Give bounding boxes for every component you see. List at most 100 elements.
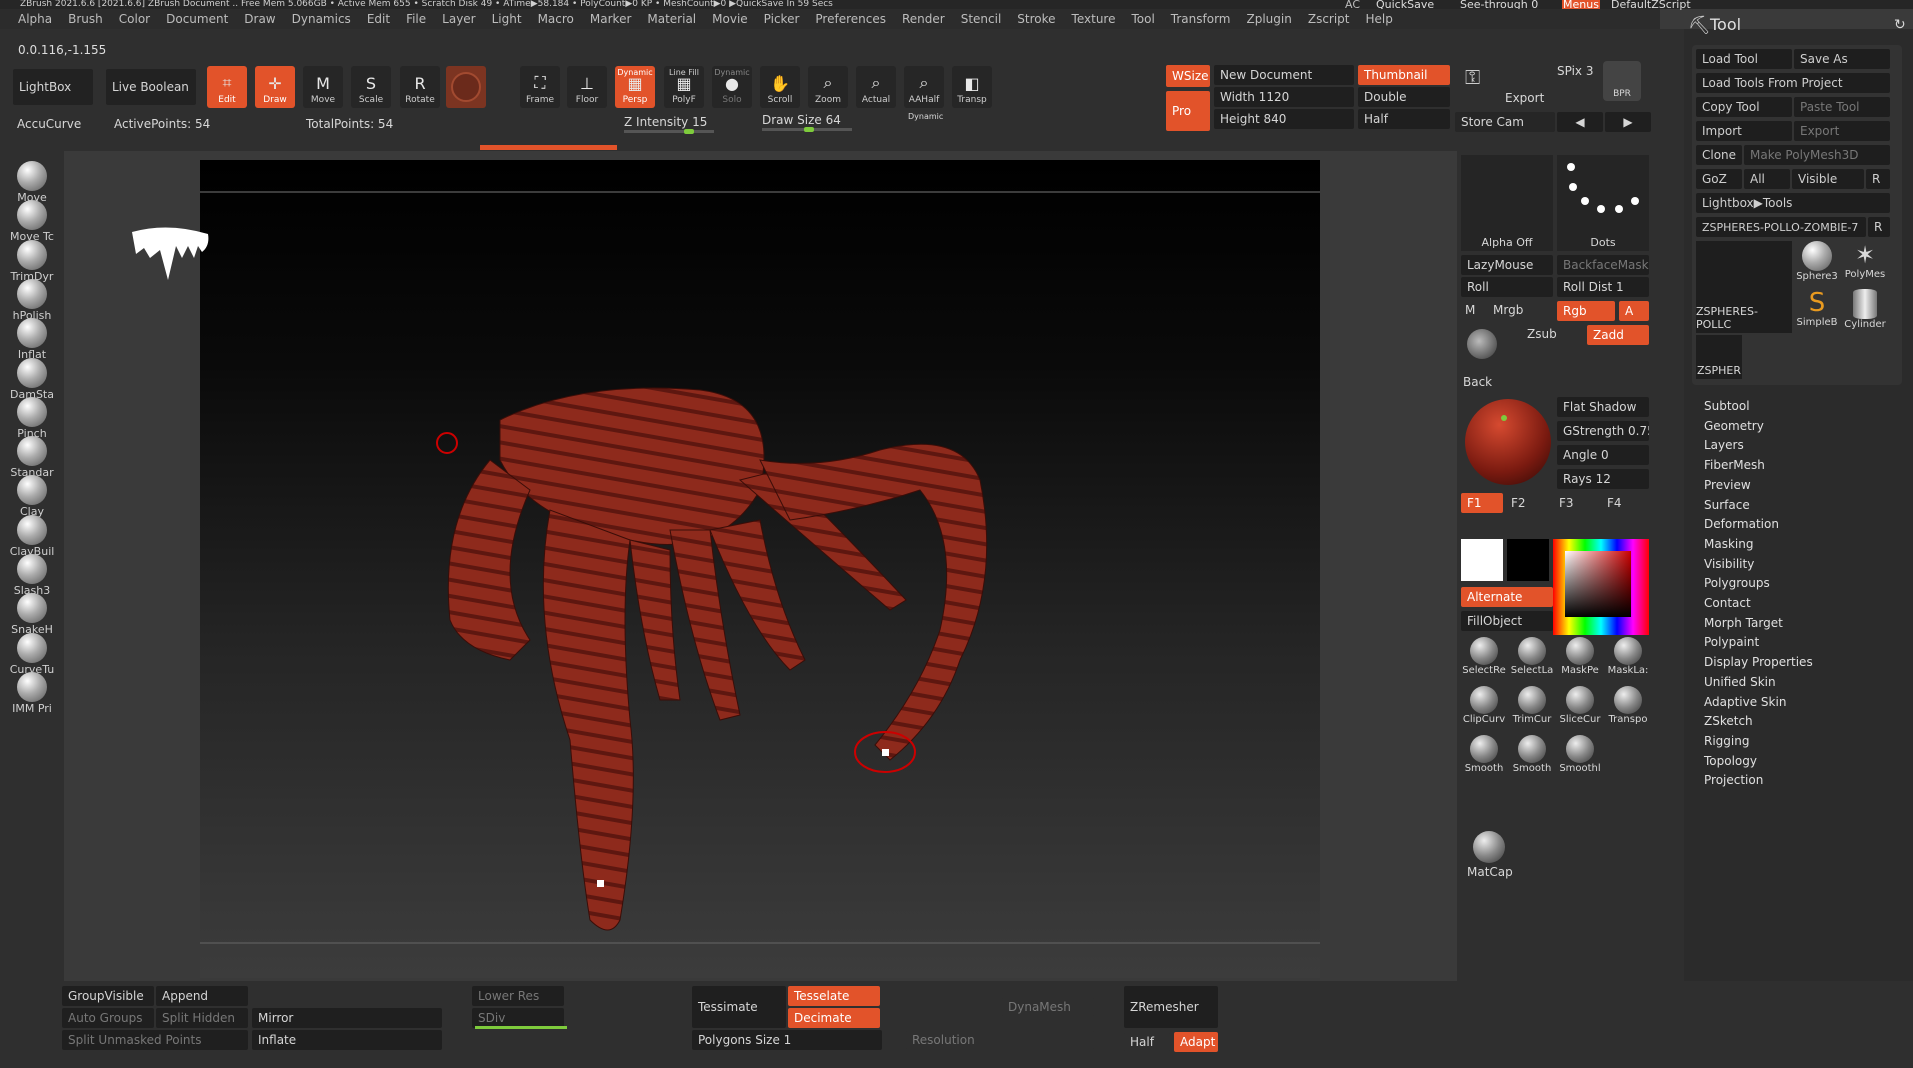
draw-size-track[interactable] xyxy=(762,127,852,132)
alternate-button[interactable]: Alternate xyxy=(1461,587,1553,607)
menu-transform[interactable]: Transform xyxy=(1163,12,1239,26)
tool-menu-deformation[interactable]: Deformation xyxy=(1704,517,1779,531)
polyf-button[interactable]: Line Fill ▦ PolyF xyxy=(664,66,704,108)
make-polymesh-button[interactable]: Make PolyMesh3D xyxy=(1744,145,1890,165)
f3-button[interactable]: F3 xyxy=(1559,496,1574,510)
tool-menu-contact[interactable]: Contact xyxy=(1704,596,1751,610)
adapt-button[interactable]: Adapt xyxy=(1174,1032,1218,1052)
tool-menu-polypaint[interactable]: Polypaint xyxy=(1704,635,1759,649)
menu-light[interactable]: Light xyxy=(484,12,530,26)
bpr-button[interactable]: BPR xyxy=(1603,61,1641,101)
tool-thumb-simpleb[interactable]: S SimpleB xyxy=(1794,289,1840,335)
menu-edit[interactable]: Edit xyxy=(359,12,398,26)
spix-slider[interactable]: SPix 3 xyxy=(1557,64,1593,78)
groupvisible-button[interactable]: GroupVisible xyxy=(62,986,154,1006)
brush-13[interactable]: IMM Pri xyxy=(6,671,58,718)
menu-tool[interactable]: Tool xyxy=(1123,12,1162,26)
draw-button[interactable]: ✛ Draw xyxy=(255,66,295,108)
tool-menu-fibermesh[interactable]: FiberMesh xyxy=(1704,458,1765,472)
width-slider[interactable]: Width 1120 xyxy=(1214,87,1354,107)
mrgb-button[interactable]: Mrgb xyxy=(1493,303,1523,317)
paste-tool-button[interactable]: Paste Tool xyxy=(1794,97,1890,117)
current-tool-slider[interactable]: ZSPHERES-POLLO-ZOMBIE-7 xyxy=(1696,217,1866,237)
zremesher-button[interactable]: ZRemesher xyxy=(1124,986,1218,1028)
material-swatch[interactable] xyxy=(446,66,486,108)
a-button[interactable]: A xyxy=(1619,301,1649,321)
prev-cam-button[interactable]: ◀ xyxy=(1557,112,1603,132)
tool-menu-morph-target[interactable]: Morph Target xyxy=(1704,616,1783,630)
transp-button[interactable]: ◧ Transp xyxy=(952,66,992,108)
copy-tool-button[interactable]: Copy Tool xyxy=(1696,97,1792,117)
thumbnail-button[interactable]: Thumbnail xyxy=(1358,65,1450,85)
autogroups-button[interactable]: Auto Groups xyxy=(62,1008,154,1028)
tool-menu-zsketch[interactable]: ZSketch xyxy=(1704,714,1753,728)
move-button[interactable]: M Move xyxy=(303,66,343,108)
document-canvas[interactable] xyxy=(200,160,1320,978)
menu-brush[interactable]: Brush xyxy=(60,12,111,26)
f4-button[interactable]: F4 xyxy=(1607,496,1622,510)
floor-button[interactable]: ⊥ Floor xyxy=(567,66,607,108)
lazymouse-button[interactable]: LazyMouse xyxy=(1461,255,1553,275)
tool-menu-unified-skin[interactable]: Unified Skin xyxy=(1704,675,1776,689)
mirror-button[interactable]: Mirror xyxy=(252,1008,442,1028)
edit-button[interactable]: ⌗ Edit xyxy=(207,66,247,108)
tesselate-button[interactable]: Tesselate xyxy=(788,986,880,1006)
rotate-button[interactable]: R Rotate xyxy=(400,66,440,108)
export-button[interactable]: Export xyxy=(1505,91,1544,105)
tool-brush-8[interactable]: Smooth xyxy=(1461,735,1507,781)
stroke-slot[interactable]: Dots xyxy=(1557,155,1649,251)
tool-thumb-zspher[interactable]: ZSPHER xyxy=(1696,335,1742,379)
menu-layer[interactable]: Layer xyxy=(434,12,483,26)
f2-button[interactable]: F2 xyxy=(1511,496,1526,510)
menu-help[interactable]: Help xyxy=(1358,12,1401,26)
zsub-button[interactable]: Zsub xyxy=(1527,327,1557,341)
resolution-slider[interactable]: Resolution xyxy=(906,1030,1094,1050)
tool-brush-3[interactable]: MaskLa: xyxy=(1605,637,1651,683)
dynamesh-button[interactable]: DynaMesh xyxy=(1002,997,1094,1017)
tool-menu-projection[interactable]: Projection xyxy=(1704,773,1763,787)
tool-brush-2[interactable]: MaskPe xyxy=(1557,637,1603,683)
tool-brush-4[interactable]: ClipCurv xyxy=(1461,686,1507,732)
primary-color[interactable] xyxy=(1461,539,1503,581)
tool-menu-adaptive-skin[interactable]: Adaptive Skin xyxy=(1704,695,1786,709)
goz-button[interactable]: GoZ xyxy=(1696,169,1742,189)
menu-draw[interactable]: Draw xyxy=(236,12,283,26)
height-slider[interactable]: Height 840 xyxy=(1214,109,1354,129)
append-button[interactable]: Append xyxy=(156,986,248,1006)
store-cam-button[interactable]: Store Cam xyxy=(1455,112,1555,132)
menu-file[interactable]: File xyxy=(398,12,434,26)
tool-thumb-current[interactable]: ZSPHERES-POLLC xyxy=(1696,241,1792,333)
export-tool-button[interactable]: Export xyxy=(1794,121,1890,141)
flat-shadow-button[interactable]: Flat Shadow xyxy=(1557,397,1649,417)
tool-brush-10[interactable]: Smoothl xyxy=(1557,735,1603,781)
tool-menu-polygroups[interactable]: Polygroups xyxy=(1704,576,1770,590)
menu-zplugin[interactable]: Zplugin xyxy=(1239,12,1300,26)
menu-color[interactable]: Color xyxy=(111,12,158,26)
tool-close-icon[interactable]: ↻ xyxy=(1894,17,1906,33)
r-button[interactable]: R xyxy=(1866,169,1890,189)
scroll-button[interactable]: ✋ Scroll xyxy=(760,66,800,108)
new-document-button[interactable]: New Document xyxy=(1214,65,1354,85)
menu-macro[interactable]: Macro xyxy=(530,12,582,26)
tool-brush-9[interactable]: Smooth xyxy=(1509,735,1555,781)
lock-icon[interactable]: ⚿ xyxy=(1465,65,1491,95)
zbrush-sphere-icon[interactable] xyxy=(1467,329,1497,359)
menu-render[interactable]: Render xyxy=(894,12,953,26)
tool-brush-0[interactable]: SelectRe xyxy=(1461,637,1507,683)
zremesher-half-button[interactable]: Half xyxy=(1124,1032,1170,1052)
lower-res-button[interactable]: Lower Res xyxy=(472,986,564,1006)
accucurve-label[interactable]: AccuCurve xyxy=(17,117,81,131)
matcap-sphere-icon[interactable] xyxy=(1473,831,1505,863)
menu-stencil[interactable]: Stencil xyxy=(953,12,1010,26)
zoom-button[interactable]: ⌕ Zoom xyxy=(808,66,848,108)
frame-button[interactable]: ⛶ Frame xyxy=(520,66,560,108)
back-button[interactable]: Back xyxy=(1463,375,1492,389)
actual-button[interactable]: ⌕ Actual xyxy=(856,66,896,108)
tool-brush-7[interactable]: Transpo xyxy=(1605,686,1651,732)
menu-picker[interactable]: Picker xyxy=(756,12,808,26)
menu-alpha[interactable]: Alpha xyxy=(10,12,60,26)
menu-marker[interactable]: Marker xyxy=(582,12,639,26)
menu-zscript[interactable]: Zscript xyxy=(1300,12,1358,26)
tool-brush-1[interactable]: SelectLa xyxy=(1509,637,1555,683)
lightbox-button[interactable]: LightBox xyxy=(13,69,93,105)
